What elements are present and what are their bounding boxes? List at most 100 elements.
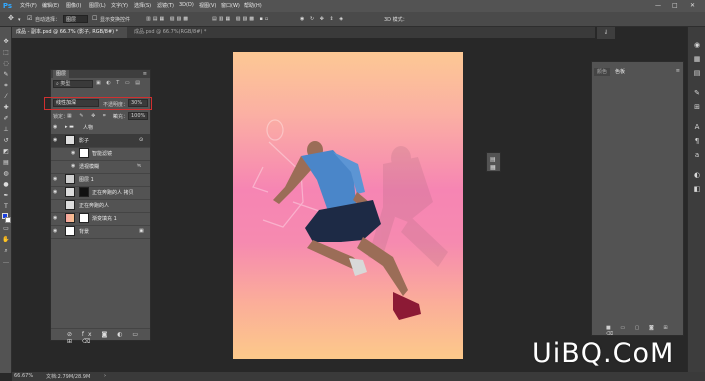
layer-row-group[interactable]: ◉ ▸ ▬ 人物	[51, 121, 150, 135]
layer-row[interactable]: 正在奔跑的人	[51, 199, 150, 213]
visibility-eye-icon[interactable]: ◉	[71, 150, 75, 156]
distribute-icons[interactable]: ▤▥▦ ▧▨▩ ▪▫	[212, 16, 270, 22]
panel-footer-icons[interactable]: ■ ▭ ▢ ◙ ⊞ ⌫	[606, 325, 683, 337]
type-icon[interactable]: T	[2, 203, 10, 211]
zoom-level[interactable]: 66.67%	[14, 373, 33, 379]
gradient-icon[interactable]: ▤	[2, 159, 10, 167]
filter-options-icon[interactable]: ≒	[137, 163, 141, 169]
rectangle-icon[interactable]: ▭	[2, 225, 10, 233]
hand-icon[interactable]: ✋	[2, 236, 10, 244]
filter-type-dropdown[interactable]: ⌕ 类型	[53, 80, 93, 88]
3d-mode-icons[interactable]: ◉ ↻ ✥ ⇕ ◈	[300, 16, 345, 22]
align-icons[interactable]: ▥▤▦ ▧▨▩	[146, 16, 190, 22]
layer-row-background[interactable]: ◉ 背景 ▣	[51, 225, 150, 239]
blur-icon[interactable]: ◍	[2, 170, 10, 178]
layer-row-filter[interactable]: ◉ 智能滤镜	[51, 147, 150, 161]
menu-edit[interactable]: 编辑(E)	[42, 2, 59, 9]
move-tool-icon[interactable]: ✥	[8, 14, 14, 22]
workspace-button[interactable]: ⇃	[597, 27, 615, 39]
eraser-icon[interactable]: ◩	[2, 148, 10, 156]
tab-document-copy[interactable]: 成品 - 副本.psd @ 66.7% (影子, RGB/8#) *	[12, 27, 127, 38]
pen-icon[interactable]: ✒	[2, 192, 10, 200]
visibility-eye-icon[interactable]: ◉	[53, 189, 57, 195]
marquee-icon[interactable]: ⬚	[2, 49, 10, 57]
properties-icon[interactable]: ◧	[692, 185, 702, 194]
menu-help[interactable]: 帮助(H)	[244, 2, 262, 9]
tab-document[interactable]: 成品.psd @ 66.7%(RGB/8#) *	[130, 27, 238, 38]
panel-menu-icon[interactable]: ≡	[143, 71, 147, 77]
panel-menu-icon[interactable]: ≡	[676, 68, 680, 74]
document-canvas[interactable]	[233, 52, 463, 359]
minimize-icon[interactable]: —	[655, 2, 661, 9]
menu-file[interactable]: 文件(F)	[20, 2, 37, 9]
healing-brush-icon[interactable]: ✚	[2, 104, 10, 112]
history-icon[interactable]: ▤	[692, 69, 702, 78]
menu-bar: Ps 文件(F) 编辑(E) 图像(I) 图层(L) 文字(Y) 选择(S) 滤…	[0, 0, 705, 12]
menu-view[interactable]: 视图(V)	[199, 2, 216, 9]
visibility-eye-icon[interactable]: ◉	[53, 124, 57, 130]
layer-name: 图层 1	[79, 177, 94, 183]
brush-icon[interactable]: ✐	[2, 115, 10, 123]
background-color-swatch[interactable]	[5, 217, 11, 223]
menu-layer[interactable]: 图层(L)	[89, 2, 106, 9]
tab-color[interactable]: 颜色	[594, 68, 611, 76]
character-icon[interactable]: A	[692, 123, 702, 132]
menu-3d[interactable]: 3D(D)	[179, 2, 194, 8]
fill-input[interactable]: 100%	[128, 112, 148, 120]
menu-select[interactable]: 选择(S)	[134, 2, 151, 9]
layer-row-filter-item[interactable]: ◉ 透视模糊 ≒	[51, 160, 150, 174]
brush-settings-icon[interactable]: ✎	[692, 89, 702, 98]
mini-panel[interactable]: ▤ ▦	[486, 152, 501, 172]
menu-type[interactable]: 文字(Y)	[111, 2, 128, 9]
menu-window[interactable]: 窗口(W)	[221, 2, 240, 9]
show-transform-label[interactable]: 显示变换控件	[100, 16, 130, 23]
zoom-icon[interactable]: ⌕	[2, 247, 10, 255]
layer-row[interactable]: ◉ 图层 1	[51, 173, 150, 187]
eyedropper-icon[interactable]: ⁄	[2, 93, 10, 101]
paragraph-icon[interactable]: ¶	[692, 137, 702, 146]
tab-swatches[interactable]: 色板	[612, 68, 629, 76]
close-icon[interactable]: ✕	[690, 2, 695, 9]
glyphs-icon[interactable]: a	[692, 151, 702, 160]
menu-image[interactable]: 图像(I)	[66, 2, 81, 9]
lock-icons[interactable]: ▦ ✎ ✥ ⌗ 🔒︎	[67, 113, 119, 119]
highlight-box	[44, 97, 152, 110]
visibility-eye-icon[interactable]: ◉	[53, 215, 57, 221]
3d-icon[interactable]: ◐	[692, 171, 702, 180]
document-size[interactable]: 文档:2.79M/28.9M	[46, 373, 90, 380]
clone-stamp-icon[interactable]: ⊥	[2, 126, 10, 134]
adjustments-icon[interactable]: ▦	[692, 55, 702, 64]
lasso-icon[interactable]: ◌	[2, 60, 10, 68]
adjustment-icon[interactable]: ▦	[490, 164, 496, 171]
visibility-eye-icon[interactable]: ◉	[71, 163, 75, 169]
tools-panel: ✥ ⬚ ◌ ✎ ⌗ ⁄ ✚ ✐ ⊥ ↺ ◩ ▤ ◍ ● ✒ T ➤ ▭ ✋ ⌕ …	[0, 27, 12, 373]
checkbox-icon[interactable]: ☑	[27, 15, 32, 22]
fill-label: 填充：	[113, 114, 129, 120]
layer-row[interactable]: ◉ 正在奔跑的人 拷贝	[51, 186, 150, 200]
checkbox-icon[interactable]: ☐	[92, 15, 97, 22]
layer-row-selected[interactable]: ◉ 影子 ⊙	[51, 134, 150, 148]
move-icon[interactable]: ✥	[2, 38, 10, 46]
tab-layers[interactable]: 图层	[53, 70, 70, 78]
eye-icon[interactable]: ◉	[692, 41, 702, 50]
auto-select-label: 自动选择：	[35, 17, 61, 23]
clone-source-icon[interactable]: ⊞	[692, 103, 702, 112]
dodge-icon[interactable]: ●	[2, 181, 10, 189]
filter-icons[interactable]: ▣ ◐ T ▭ ▤	[96, 80, 142, 86]
visibility-eye-icon[interactable]: ◉	[53, 176, 57, 182]
visibility-eye-icon[interactable]: ◉	[53, 137, 57, 143]
filter-mask-thumbnail	[79, 148, 89, 158]
auto-select-dropdown[interactable]: 图层	[63, 15, 88, 23]
layer-action-icons[interactable]: ⊘ fx ◙ ◐ ▭ ⊞ ⌫	[67, 331, 150, 345]
layer-row[interactable]: ◉ 渐变填充 1	[51, 212, 150, 226]
chevron-down-icon[interactable]: ▾	[18, 17, 21, 23]
crop-icon[interactable]: ⌗	[2, 82, 10, 90]
more-tools-icon[interactable]: …	[2, 258, 10, 266]
history-brush-icon[interactable]: ↺	[2, 137, 10, 145]
chevron-right-icon[interactable]: ›	[104, 373, 106, 379]
maximize-icon[interactable]: □	[672, 2, 678, 9]
panel-menu-icon[interactable]: ▤	[490, 156, 496, 163]
quick-select-icon[interactable]: ✎	[2, 71, 10, 79]
visibility-eye-icon[interactable]: ◉	[53, 228, 57, 234]
menu-filter[interactable]: 滤镜(T)	[157, 2, 174, 9]
